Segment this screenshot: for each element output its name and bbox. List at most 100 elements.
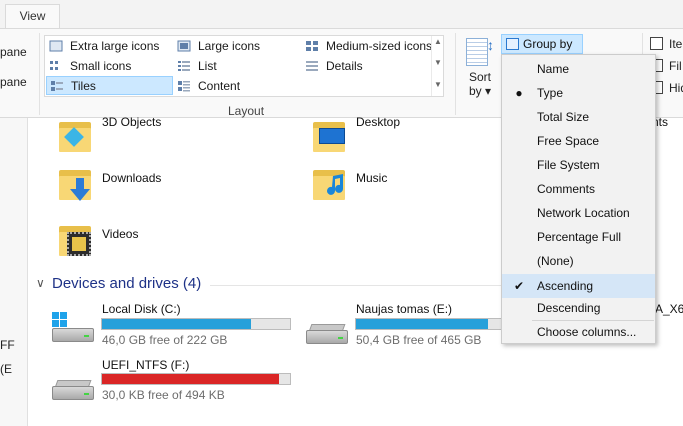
layout-label: Details bbox=[326, 59, 363, 73]
group-by-button[interactable]: Group by ▼ bbox=[501, 34, 583, 68]
group-by-icon bbox=[506, 38, 519, 50]
layout-label: Large icons bbox=[198, 39, 261, 53]
layout-label: Extra large icons bbox=[70, 39, 160, 53]
menu-item-label: File System bbox=[537, 158, 600, 172]
layout-label: Small icons bbox=[70, 59, 132, 73]
layout-gallery: Extra large icons Large icons Medium-siz… bbox=[44, 35, 444, 97]
devices-section-header[interactable]: Devices and drives (4) bbox=[52, 275, 201, 292]
layout-label: Content bbox=[198, 79, 241, 93]
menu-item-percentage-full[interactable]: Percentage Full bbox=[502, 225, 655, 249]
pane-label-2[interactable]: pane bbox=[0, 75, 27, 89]
content-icon bbox=[178, 81, 190, 92]
drive-name-cut[interactable]: A_X64 bbox=[655, 302, 683, 316]
drive-name[interactable]: Naujas tomas (E:) bbox=[356, 302, 452, 316]
collapse-chevron-icon[interactable]: ∨ bbox=[36, 276, 45, 290]
menu-item-label: Total Size bbox=[537, 110, 590, 124]
layout-content[interactable]: Content bbox=[174, 77, 301, 96]
drive-free-space: 46,0 GB free of 222 GB bbox=[102, 333, 228, 347]
details-icon bbox=[306, 61, 318, 71]
layout-label: Medium-sized icons bbox=[326, 39, 433, 53]
windows-logo-icon bbox=[52, 312, 67, 327]
hard-drive-icon[interactable] bbox=[306, 322, 348, 344]
medium-icons-icon bbox=[306, 41, 318, 51]
small-icons-icon bbox=[50, 61, 58, 70]
layout-extra-large-icons[interactable]: Extra large icons bbox=[46, 37, 173, 56]
ribbon-tab-bar: View bbox=[0, 0, 683, 29]
folder-name[interactable]: 3D Objects bbox=[102, 115, 161, 129]
navigation-pane[interactable] bbox=[0, 118, 28, 426]
folder-name[interactable]: Music bbox=[356, 171, 387, 185]
checkbox-label-3: Hid bbox=[669, 81, 683, 95]
layout-list[interactable]: List bbox=[174, 57, 301, 76]
drive-usage-bar bbox=[101, 318, 291, 330]
drive-name[interactable]: UEFI_NTFS (F:) bbox=[102, 358, 189, 372]
menu-item-label: Choose columns... bbox=[537, 325, 637, 339]
menu-item-ascending[interactable]: ✔ Ascending bbox=[502, 274, 655, 298]
hard-drive-icon[interactable] bbox=[52, 312, 94, 342]
videos-folder-icon[interactable] bbox=[57, 222, 93, 256]
drive-free-space: 30,0 KB free of 494 KB bbox=[102, 388, 225, 402]
sort-arrow-icon: ↕ bbox=[487, 37, 494, 53]
large-icons-icon bbox=[177, 40, 191, 52]
layout-label: Tiles bbox=[71, 79, 96, 93]
scroll-up-icon[interactable]: ▲ bbox=[434, 37, 442, 46]
section-divider bbox=[210, 285, 510, 286]
menu-item-name[interactable]: Name bbox=[502, 57, 655, 81]
scroll-down-icon[interactable]: ▼ bbox=[434, 58, 442, 67]
3d-objects-folder-icon[interactable] bbox=[57, 118, 93, 152]
music-note-icon bbox=[327, 174, 343, 195]
group-by-menu: Name ● Type Total Size Free Space File Sy… bbox=[501, 54, 656, 344]
menu-item-label: Network Location bbox=[537, 206, 630, 220]
menu-item-file-system[interactable]: File System bbox=[502, 153, 655, 177]
folder-name[interactable]: Desktop bbox=[356, 115, 400, 129]
layout-gallery-scroller[interactable]: ▲ ▼ ▼ bbox=[431, 36, 443, 96]
radio-bullet-icon: ● bbox=[515, 86, 523, 100]
folder-name[interactable]: Videos bbox=[102, 227, 138, 241]
menu-item-choose-columns[interactable]: Choose columns... bbox=[502, 320, 655, 344]
menu-item-type[interactable]: ● Type bbox=[502, 81, 655, 105]
tab-view[interactable]: View bbox=[5, 4, 60, 29]
hard-drive-icon[interactable] bbox=[52, 378, 94, 400]
pane-label-1[interactable]: pane bbox=[0, 45, 27, 59]
layout-label: List bbox=[198, 59, 217, 73]
sort-by-button[interactable]: Sort by ▾ bbox=[469, 70, 491, 98]
gallery-expand-icon[interactable]: ▼ bbox=[434, 80, 442, 89]
layout-tiles[interactable]: Tiles bbox=[46, 76, 173, 95]
menu-item-label: Free Space bbox=[537, 134, 600, 148]
layout-medium-icons[interactable]: Medium-sized icons bbox=[302, 37, 432, 56]
checkbox-label-1: Ite bbox=[669, 37, 683, 51]
ribbon-divider bbox=[39, 33, 40, 115]
nav-item-cut[interactable]: FF bbox=[0, 338, 15, 352]
sort-by-label-1: Sort bbox=[469, 70, 492, 84]
desktop-folder-icon[interactable] bbox=[311, 118, 347, 152]
sort-by-label-2: by ▾ bbox=[469, 84, 492, 98]
checkmark-icon: ✔ bbox=[513, 279, 525, 293]
drive-free-space: 50,4 GB free of 465 GB bbox=[356, 333, 482, 347]
layout-small-icons[interactable]: Small icons bbox=[46, 57, 173, 76]
menu-item-free-space[interactable]: Free Space bbox=[502, 129, 655, 153]
downloads-folder-icon[interactable] bbox=[57, 166, 93, 201]
nav-item-cut[interactable]: (E bbox=[0, 362, 12, 376]
menu-item-descending[interactable]: Descending bbox=[502, 296, 655, 320]
music-folder-icon[interactable] bbox=[311, 166, 347, 200]
menu-item-comments[interactable]: Comments bbox=[502, 177, 655, 201]
sort-by-icon[interactable] bbox=[466, 38, 488, 66]
ribbon-divider bbox=[455, 33, 456, 115]
checkbox-label-2: Fil bbox=[669, 59, 682, 73]
list-icon bbox=[178, 61, 190, 71]
layout-group-title: Layout bbox=[228, 104, 265, 118]
drive-usage-bar bbox=[101, 373, 291, 385]
item-checkboxes-checkbox[interactable] bbox=[650, 37, 663, 50]
layout-large-icons[interactable]: Large icons bbox=[174, 37, 301, 56]
tiles-icon bbox=[51, 81, 63, 91]
menu-item-total-size[interactable]: Total Size bbox=[502, 105, 655, 129]
drive-name[interactable]: Local Disk (C:) bbox=[102, 302, 181, 316]
menu-item-network-location[interactable]: Network Location bbox=[502, 201, 655, 225]
download-arrow-icon bbox=[70, 178, 90, 201]
menu-item-label: (None) bbox=[537, 254, 574, 268]
group-by-label: Group by bbox=[523, 37, 573, 51]
menu-item-none[interactable]: (None) bbox=[502, 249, 655, 273]
layout-details[interactable]: Details bbox=[302, 57, 432, 76]
menu-item-label: Comments bbox=[537, 182, 596, 196]
folder-name[interactable]: Downloads bbox=[102, 171, 161, 185]
